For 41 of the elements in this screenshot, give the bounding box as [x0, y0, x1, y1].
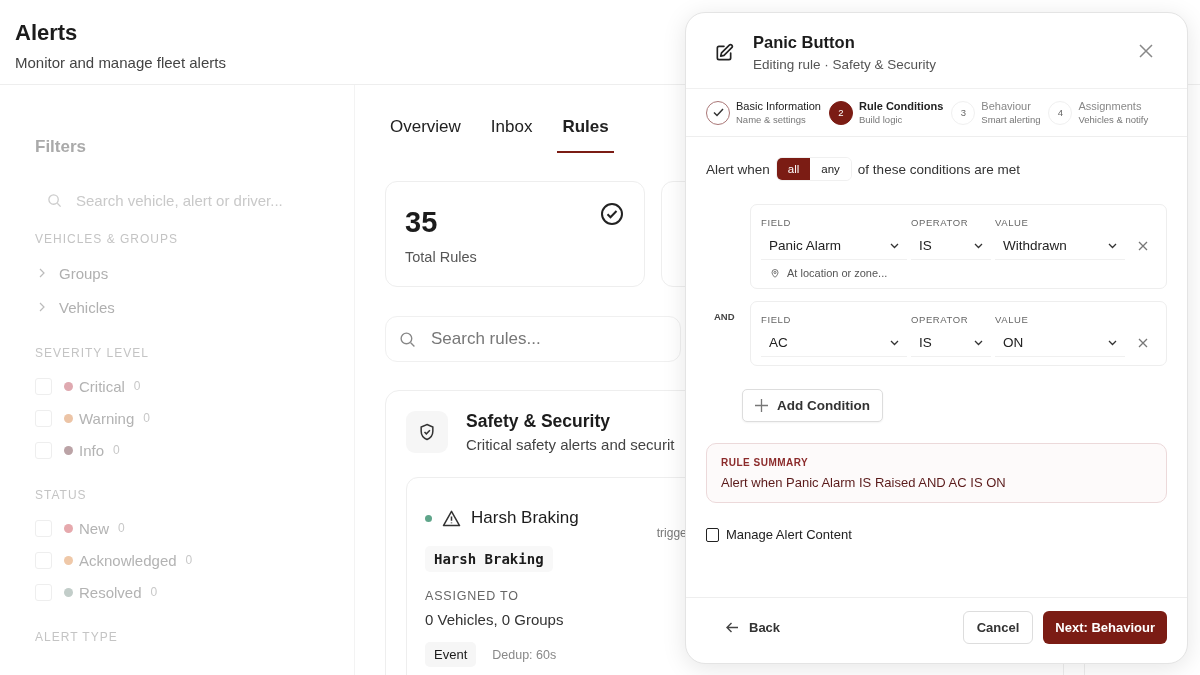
filter-label: Warning [79, 409, 135, 427]
field-label: FIELD [761, 217, 792, 228]
drawer-title: Panic Button [753, 33, 856, 52]
match-prefix: Alert when [706, 161, 770, 177]
match-suffix: of these conditions are met [857, 161, 1020, 177]
page-subtitle: Monitor and manage fleet alerts [15, 54, 226, 71]
filter-label: Resolved [79, 583, 142, 601]
dedup-label: Dedup: 60s [492, 647, 557, 662]
filter-section-title: STATUS [35, 488, 88, 502]
filter-label: Critical [79, 377, 125, 395]
connector-label: AND [714, 311, 735, 322]
rule-code: Harsh Braking [425, 546, 553, 572]
stat-value: 35 [405, 206, 439, 239]
drawer-subtitle: Editing rule · Safety & Security [753, 57, 938, 72]
trigger-label: trigge [656, 526, 687, 540]
checkbox-label: Manage Alert Content [726, 527, 852, 542]
step-indicator: 2 [829, 100, 853, 125]
summary-text: Alert when Panic Alarm IS Raised AND AC IS ON [721, 475, 1007, 490]
stat-label: Total Rules [405, 249, 477, 265]
category-description: Critical safety alerts and securit [466, 436, 675, 453]
assigned-label: ASSIGNED TO [425, 589, 519, 603]
filter-section-title: SEVERITY LEVEL [35, 346, 150, 360]
operator-label: OPERATOR [911, 314, 970, 325]
value-label: VALUE [995, 314, 1030, 325]
field-label: FIELD [761, 314, 792, 325]
operator-label: OPERATOR [911, 217, 970, 228]
filter-section-title: ALERT TYPE [35, 630, 119, 644]
rule-name: Harsh Braking [471, 508, 579, 528]
value-label: VALUE [995, 217, 1030, 228]
type-tag: Event [425, 642, 477, 667]
summary-title: RULE SUMMARY [721, 457, 810, 468]
filters-title: Filters [35, 137, 88, 157]
filter-label: Info [79, 441, 105, 459]
filter-section-title: VEHICLES & GROUPS [35, 232, 180, 246]
assigned-value: 0 Vehicles, 0 Groups [425, 611, 564, 628]
filter-label: New [79, 519, 109, 537]
filter-label: Acknowledged [79, 551, 177, 569]
category-title: Safety & Security [466, 411, 611, 432]
page-title: Alerts [15, 20, 78, 46]
filter-label: Vehicles [59, 298, 115, 316]
filter-label: Groups [59, 264, 109, 282]
